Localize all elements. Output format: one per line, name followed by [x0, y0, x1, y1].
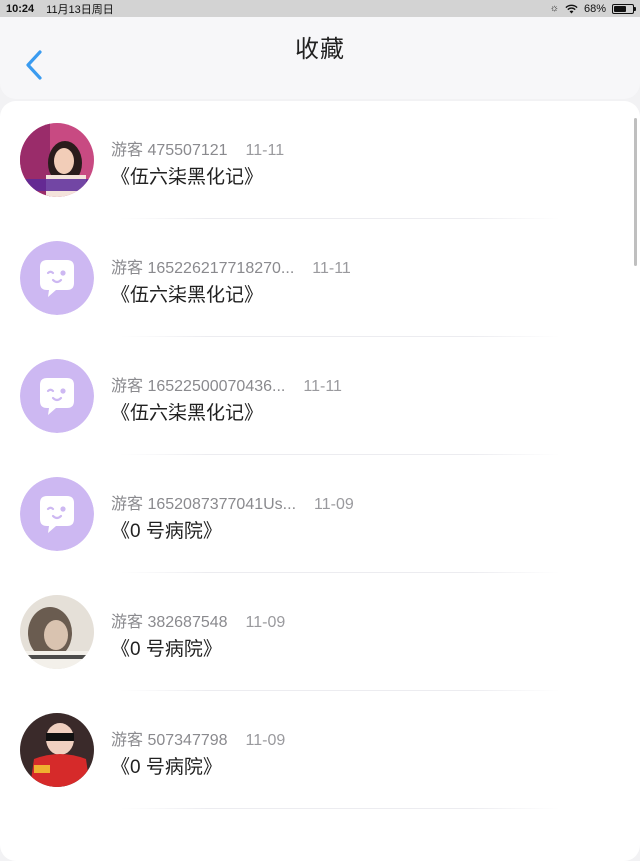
user-name: 游客 507347798 — [111, 732, 228, 749]
list-item[interactable]: 游客 475507121 11-11 《伍六柒黑化记》 — [0, 101, 640, 219]
list-container: 游客 475507121 11-11 《伍六柒黑化记》 游客 165226217718… — [0, 101, 640, 809]
item-date: 11-11 — [303, 378, 342, 395]
user-name: 游客 16522500070436... — [111, 378, 286, 395]
list-item[interactable]: 游客 382687548 11-09 《0 号病院》 — [0, 573, 640, 691]
item-date: 11-09 — [245, 732, 286, 749]
item-meta: 游客 165226217718270... 11-11 — [111, 254, 351, 278]
nav-bar: 收藏 — [0, 17, 640, 99]
item-date: 11-09 — [245, 614, 286, 631]
item-date: 11-11 — [245, 142, 285, 159]
divider — [120, 808, 560, 809]
item-date: 11-11 — [312, 260, 351, 277]
user-name: 游客 165226217718270... — [111, 260, 295, 277]
user-photo — [20, 123, 94, 197]
list-item[interactable]: 游客 16522500070436... 11-11 《伍六柒黑化记》 — [0, 337, 640, 455]
book-title[interactable]: 《伍六柒黑化记》 — [111, 398, 263, 425]
favorites-list: 游客 475507121 11-11 《伍六柒黑化记》 游客 165226217718… — [0, 101, 640, 861]
avatar[interactable] — [20, 123, 94, 197]
book-title[interactable]: 《0 号病院》 — [111, 752, 222, 779]
user-name: 游客 475507121 — [111, 142, 228, 159]
user-name: 游客 382687548 — [111, 614, 228, 631]
avatar[interactable] — [20, 477, 94, 551]
avatar[interactable] — [20, 595, 94, 669]
book-title[interactable]: 《伍六柒黑化记》 — [111, 162, 263, 189]
book-title[interactable]: 《0 号病院》 — [111, 516, 222, 543]
book-title[interactable]: 《0 号病院》 — [111, 634, 222, 661]
book-title[interactable]: 《伍六柒黑化记》 — [111, 280, 263, 307]
avatar[interactable] — [20, 713, 94, 787]
default-avatar-icon — [20, 359, 94, 433]
default-avatar-icon — [20, 241, 94, 315]
page-title: 收藏 — [295, 36, 345, 63]
list-item[interactable]: 游客 507347798 11-09 《0 号病院》 — [0, 691, 640, 809]
avatar[interactable] — [20, 241, 94, 315]
user-photo — [20, 713, 94, 787]
item-meta: 游客 16522500070436... 11-11 — [111, 372, 342, 396]
item-meta: 游客 382687548 11-09 — [111, 608, 285, 632]
default-avatar-icon — [20, 477, 94, 551]
user-photo — [20, 595, 94, 669]
user-name: 游客 1652087377041Us... — [111, 496, 297, 513]
item-meta: 游客 507347798 11-09 — [111, 726, 285, 750]
item-date: 11-09 — [314, 496, 354, 513]
list-item[interactable]: 游客 1652087377041Us... 11-09 《0 号病院》 — [0, 455, 640, 573]
avatar[interactable] — [20, 359, 94, 433]
item-meta: 游客 1652087377041Us... 11-09 — [111, 490, 354, 514]
item-meta: 游客 475507121 11-11 — [111, 136, 284, 160]
scrollbar[interactable] — [634, 118, 637, 266]
list-item[interactable]: 游客 165226217718270... 11-11 《伍六柒黑化记》 — [0, 219, 640, 337]
